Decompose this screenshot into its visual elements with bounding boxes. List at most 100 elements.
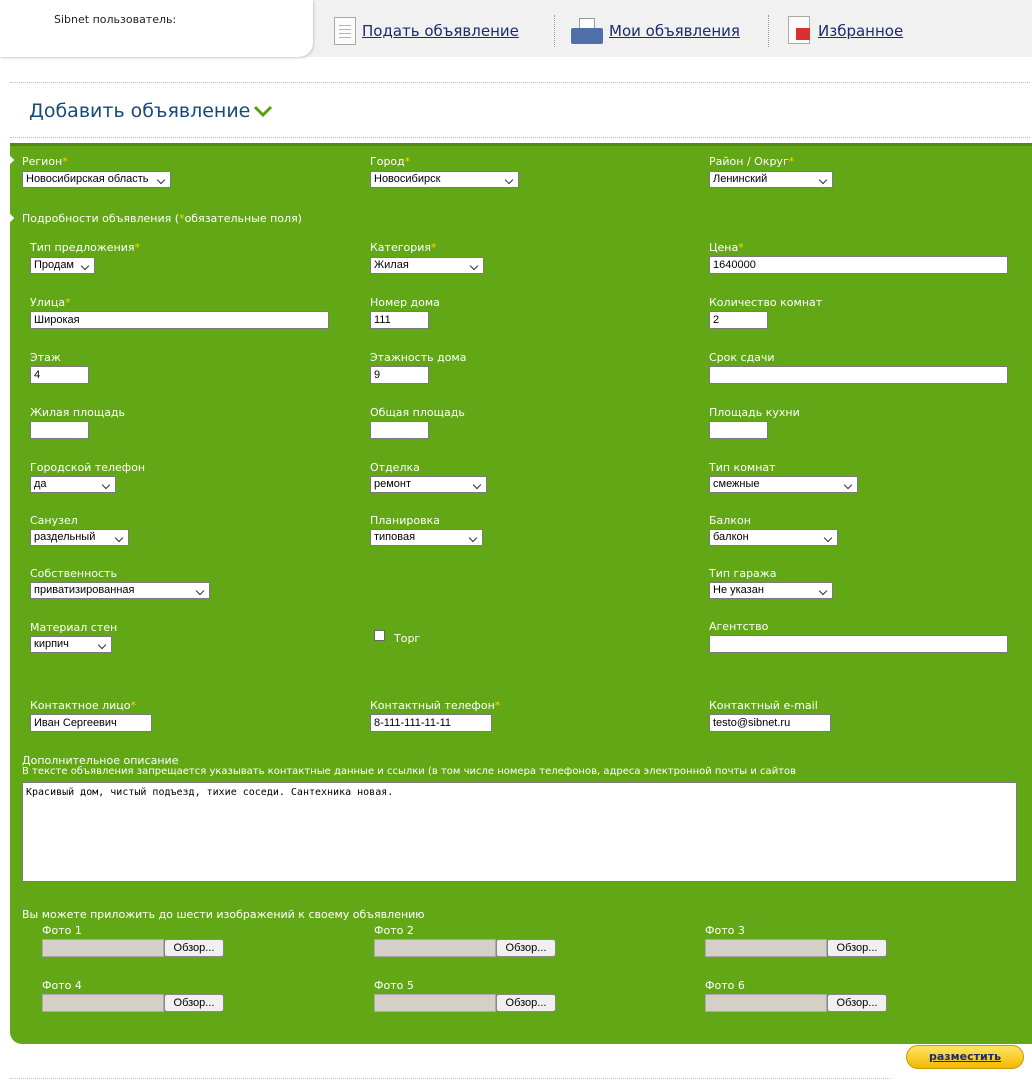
layout-select[interactable]: типовая [370,529,483,546]
nav-post-ad[interactable]: Подать объявление [334,14,519,48]
user-label: Sibnet пользователь: [54,13,177,26]
photo-2-browse-button[interactable]: Обзор... [496,939,556,957]
nav-my-ads-link[interactable]: Мои объявления [609,22,740,40]
photo-4-label: Фото 4 [42,979,82,992]
walls-label: Материал стен [30,621,118,634]
ad-form-panel: Регион* Новосибирская область Город* Нов… [5,143,1032,1044]
photo-1-file-field[interactable] [42,939,164,957]
floors-input[interactable]: 9 [370,366,429,384]
description-note: В тексте объявления запрещается указыват… [22,766,797,777]
floor-input[interactable]: 4 [30,366,89,384]
rooms-label: Количество комнат [709,296,823,309]
category-label: Категория* [370,241,437,254]
floors-label: Этажность дома [370,351,467,364]
finish-label: Отделка [370,461,420,474]
living-area-label: Жилая площадь [30,406,126,419]
contact-email-input[interactable]: testo@sibnet.ru [709,714,831,732]
living-area-input[interactable] [30,421,89,439]
contact-phone-label: Контактный телефон* [370,699,501,712]
photo-3-label: Фото 3 [705,924,745,937]
favorites-icon [786,16,812,46]
photo-1-label: Фото 1 [42,924,82,937]
layout-label: Планировка [370,514,440,527]
photo-6-label: Фото 6 [705,979,745,992]
photo-3-browse-button[interactable]: Обзор... [827,939,887,957]
chevron-down-icon [253,105,273,118]
region-label: Регион* [22,155,68,168]
photo-6-browse-button[interactable]: Обзор... [827,994,887,1012]
house-label: Номер дома [370,296,440,309]
balcony-label: Балкон [709,514,751,527]
photo-5-file-field[interactable] [374,994,496,1012]
divider [10,1078,890,1079]
bath-select[interactable]: раздельный [30,529,129,546]
photo-3-file-field[interactable] [705,939,827,957]
phone-line-select[interactable]: да [30,476,116,493]
bullet-icon [5,155,15,165]
contact-phone-input[interactable]: 8-111-111-11-11 [370,714,492,732]
district-select[interactable]: Ленинский [709,171,833,188]
photo-2-file-field[interactable] [374,939,496,957]
house-input[interactable]: 111 [370,311,429,329]
price-input[interactable]: 1640000 [709,256,1008,274]
agency-label: Агентство [709,620,769,633]
room-type-select[interactable]: смежные [709,476,858,493]
city-label: Город* [370,155,411,168]
street-input[interactable]: Широкая [30,311,329,329]
garage-select[interactable]: Не указан [709,582,833,599]
agency-input[interactable] [709,635,1008,653]
category-select[interactable]: Жилая [370,257,484,274]
user-box: Sibnet пользователь: [0,0,313,57]
district-label: Район / Округ* [709,155,795,168]
nav-divider [554,15,555,47]
submit-button[interactable]: разместить [906,1045,1024,1069]
street-label: Улица* [30,296,71,309]
photo-6-file-field[interactable] [705,994,827,1012]
divider [10,137,1030,138]
kitchen-area-input[interactable] [709,421,768,439]
walls-select[interactable]: кирпич [30,636,112,653]
nav-divider [768,15,769,47]
room-type-label: Тип комнат [709,461,776,474]
finish-select[interactable]: ремонт [370,476,487,493]
offer-type-label: Тип предложения* [30,241,140,254]
phone-line-label: Городской телефон [30,461,146,474]
nav-post-ad-link[interactable]: Подать объявление [362,22,519,40]
photos-heading: Вы можете приложить до шести изображений… [22,908,425,921]
description-textarea[interactable]: Красивый дом, чистый подъезд, тихие сосе… [22,782,1017,882]
region-select[interactable]: Новосибирская область [22,171,171,188]
photo-5-browse-button[interactable]: Обзор... [496,994,556,1012]
balcony-select[interactable]: балкон [709,529,838,546]
contact-person-input[interactable]: Иван Сергеевич [30,714,152,732]
floor-label: Этаж [30,351,61,364]
contact-person-label: Контактное лицо* [30,699,137,712]
photo-4-browse-button[interactable]: Обзор... [164,994,224,1012]
bargain-label: Торг [394,632,421,645]
photo-2-label: Фото 2 [374,924,414,937]
ownership-label: Собственность [30,567,117,580]
offer-type-select[interactable]: Продам [30,257,95,274]
photo-4-file-field[interactable] [42,994,164,1012]
ownership-select[interactable]: приватизированная [30,582,210,599]
page-title: Добавить объявление [29,100,251,122]
deadline-label: Срок сдачи [709,351,775,364]
divider [10,82,1030,83]
nav-favorites[interactable]: Избранное [786,14,903,48]
document-icon [334,17,356,45]
total-area-label: Общая площадь [370,406,465,419]
rooms-input[interactable]: 2 [709,311,768,329]
photo-1-browse-button[interactable]: Обзор... [164,939,224,957]
bullet-icon [5,213,15,223]
photo-5-label: Фото 5 [374,979,414,992]
kitchen-area-label: Площадь кухни [709,406,800,419]
city-select[interactable]: Новосибирск [370,171,519,188]
total-area-input[interactable] [370,421,429,439]
price-label: Цена* [709,241,744,254]
nav-favorites-link[interactable]: Избранное [818,22,903,40]
bath-label: Санузел [30,514,78,527]
details-heading: Подробности объявления (*обязательные по… [22,212,302,225]
deadline-input[interactable] [709,366,1008,384]
nav-my-ads[interactable]: Мои объявления [571,14,740,48]
bargain-checkbox[interactable] [374,630,385,641]
garage-label: Тип гаража [709,567,777,580]
